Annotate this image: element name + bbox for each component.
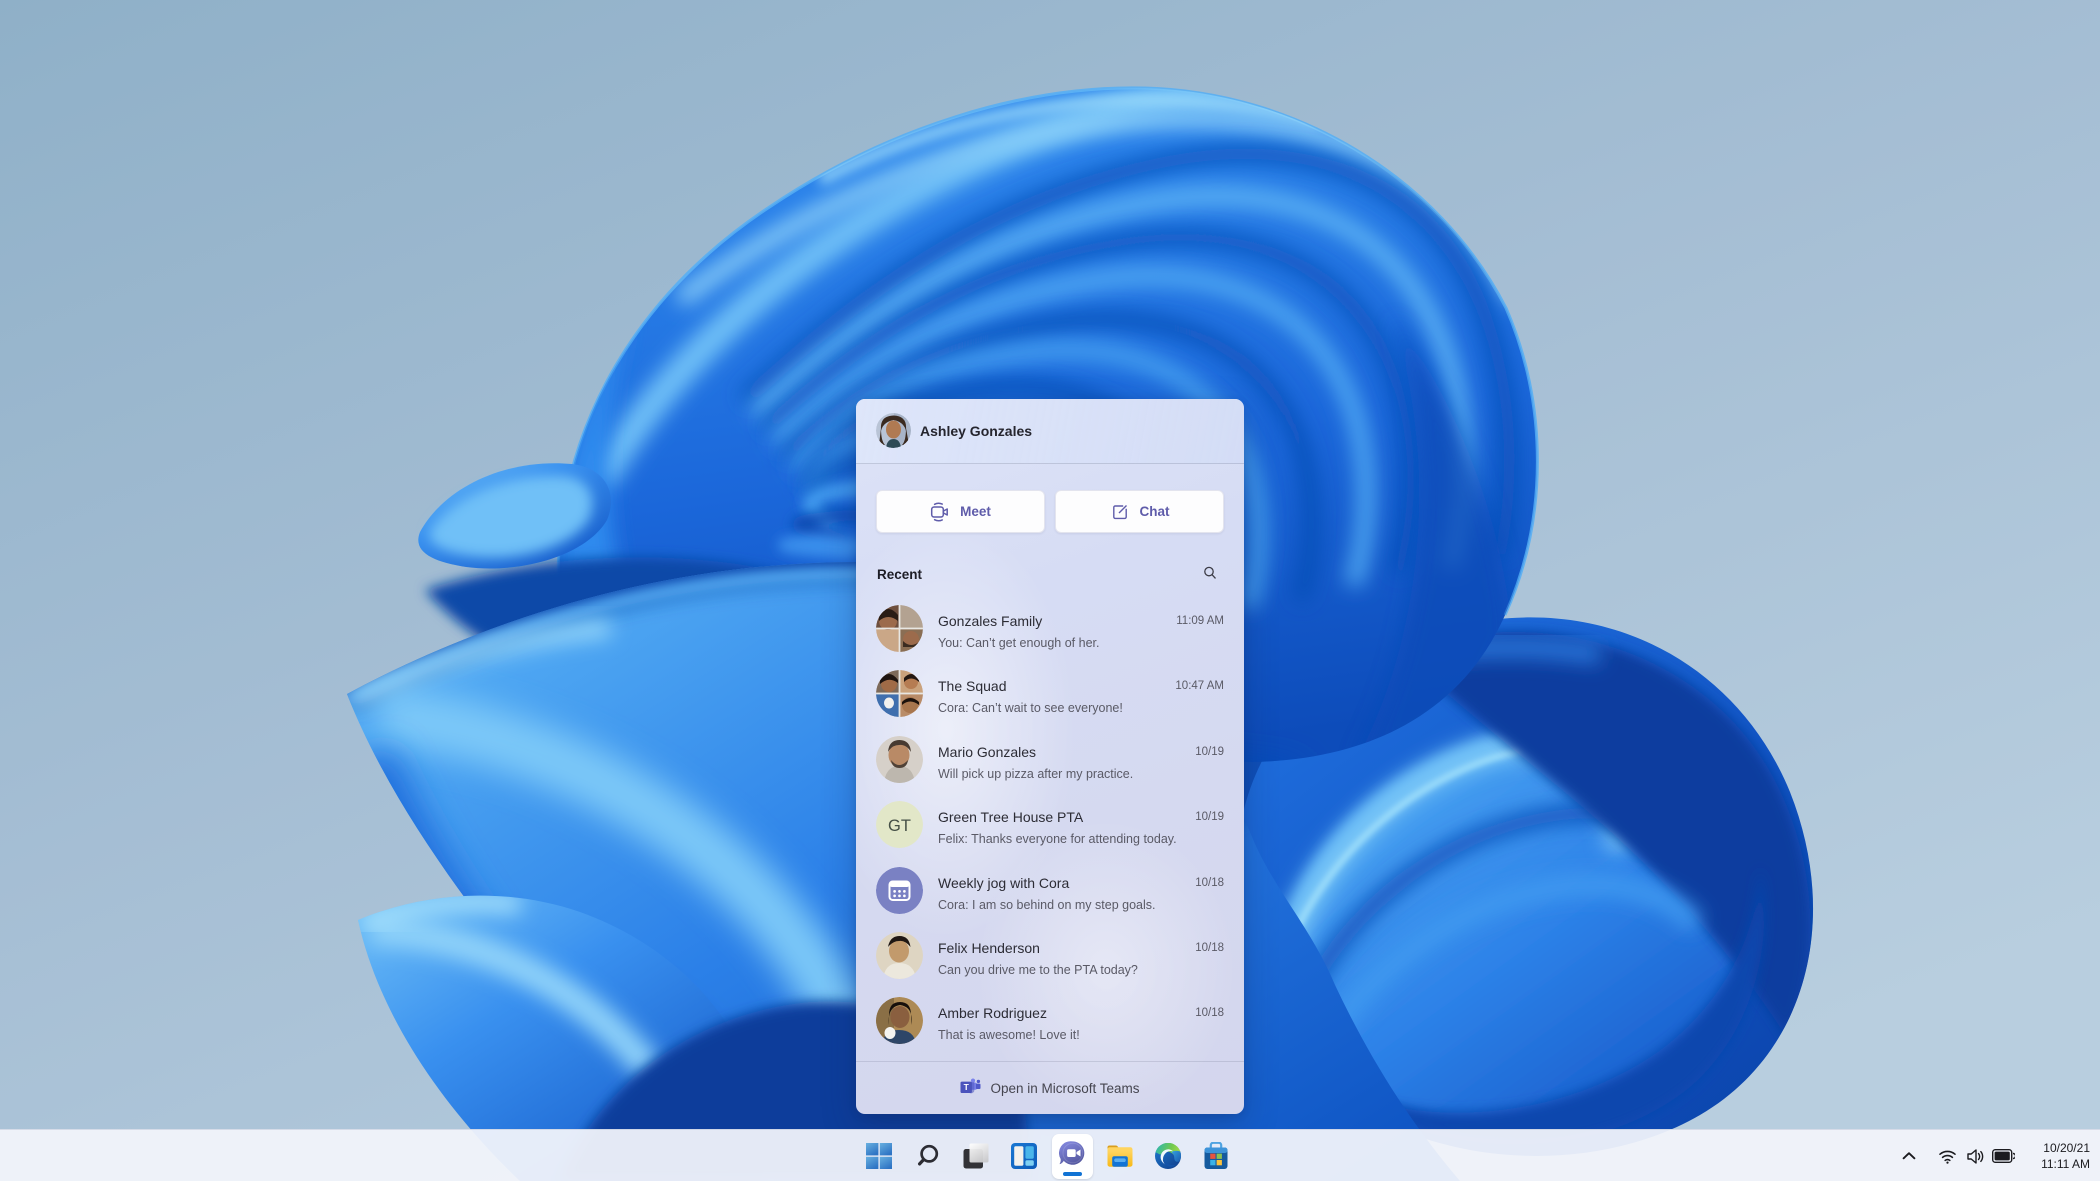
svg-text:GT: GT	[888, 817, 911, 835]
svg-text:T: T	[964, 1082, 970, 1092]
